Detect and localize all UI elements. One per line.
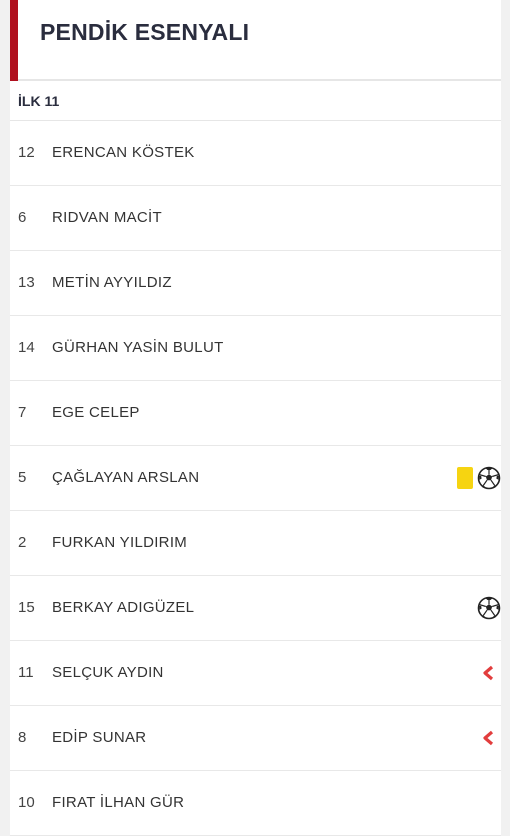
player-number: 14 bbox=[18, 339, 35, 356]
player-number: 12 bbox=[18, 144, 35, 161]
player-events bbox=[481, 641, 501, 705]
player-name: FURKAN YILDIRIM bbox=[52, 534, 188, 551]
team-header: PENDİK ESENYALI bbox=[10, 0, 501, 81]
player-row[interactable]: 7 EGE CELEP bbox=[10, 381, 501, 446]
player-name: METİN AYYILDIZ bbox=[52, 274, 172, 291]
yellow-card-icon bbox=[457, 467, 473, 489]
substitution-out-icon bbox=[483, 730, 494, 746]
team-name: PENDİK ESENYALI bbox=[40, 19, 250, 45]
player-row[interactable]: 11 SELÇUK AYDIN bbox=[10, 641, 501, 706]
section-title: İLK 11 bbox=[10, 81, 501, 121]
player-number: 13 bbox=[18, 274, 35, 291]
player-name: GÜRHAN YASİN BULUT bbox=[52, 339, 224, 356]
player-row[interactable]: 14 GÜRHAN YASİN BULUT bbox=[10, 316, 501, 381]
player-number: 7 bbox=[18, 404, 27, 421]
team-accent-bar bbox=[10, 0, 18, 81]
player-row[interactable]: 2 FURKAN YILDIRIM bbox=[10, 511, 501, 576]
player-name: SELÇUK AYDIN bbox=[52, 664, 164, 681]
player-name: EGE CELEP bbox=[52, 404, 140, 421]
player-number: 15 bbox=[18, 599, 35, 616]
player-number: 11 bbox=[18, 664, 34, 681]
goal-ball-icon bbox=[477, 596, 501, 620]
player-row[interactable]: 12 ERENCAN KÖSTEK bbox=[10, 121, 501, 186]
player-events bbox=[481, 706, 501, 770]
player-name: BERKAY ADIGÜZEL bbox=[52, 599, 195, 616]
player-number: 2 bbox=[18, 534, 27, 551]
goal-ball-icon bbox=[477, 466, 501, 490]
player-name: EDİP SUNAR bbox=[52, 729, 147, 746]
player-name: ERENCAN KÖSTEK bbox=[52, 144, 195, 161]
substitution-out-icon bbox=[483, 665, 494, 681]
player-row[interactable]: 8 EDİP SUNAR bbox=[10, 706, 501, 771]
player-number: 5 bbox=[18, 469, 27, 486]
player-number: 6 bbox=[18, 209, 27, 226]
player-name: ÇAĞLAYAN ARSLAN bbox=[52, 469, 200, 486]
player-number: 10 bbox=[18, 794, 35, 811]
player-list: 12 ERENCAN KÖSTEK 6 RIDVAN MACİT 13 METİN AYY… bbox=[10, 121, 501, 836]
player-name: FIRAT İLHAN GÜR bbox=[52, 794, 185, 811]
player-row[interactable]: 5 ÇAĞLAYAN ARSLAN bbox=[10, 446, 501, 511]
player-row[interactable]: 6 RIDVAN MACİT bbox=[10, 186, 501, 251]
player-events bbox=[457, 446, 501, 510]
player-row[interactable]: 13 METİN AYYILDIZ bbox=[10, 251, 501, 316]
player-number: 8 bbox=[18, 729, 27, 746]
lineup-card: PENDİK ESENYALI İLK 11 12 ERENCAN KÖSTEK 6… bbox=[10, 0, 501, 836]
player-events bbox=[477, 576, 501, 640]
player-row[interactable]: 10 FIRAT İLHAN GÜR bbox=[10, 771, 501, 836]
player-name: RIDVAN MACİT bbox=[52, 209, 162, 226]
player-row[interactable]: 15 BERKAY ADIGÜZEL bbox=[10, 576, 501, 641]
